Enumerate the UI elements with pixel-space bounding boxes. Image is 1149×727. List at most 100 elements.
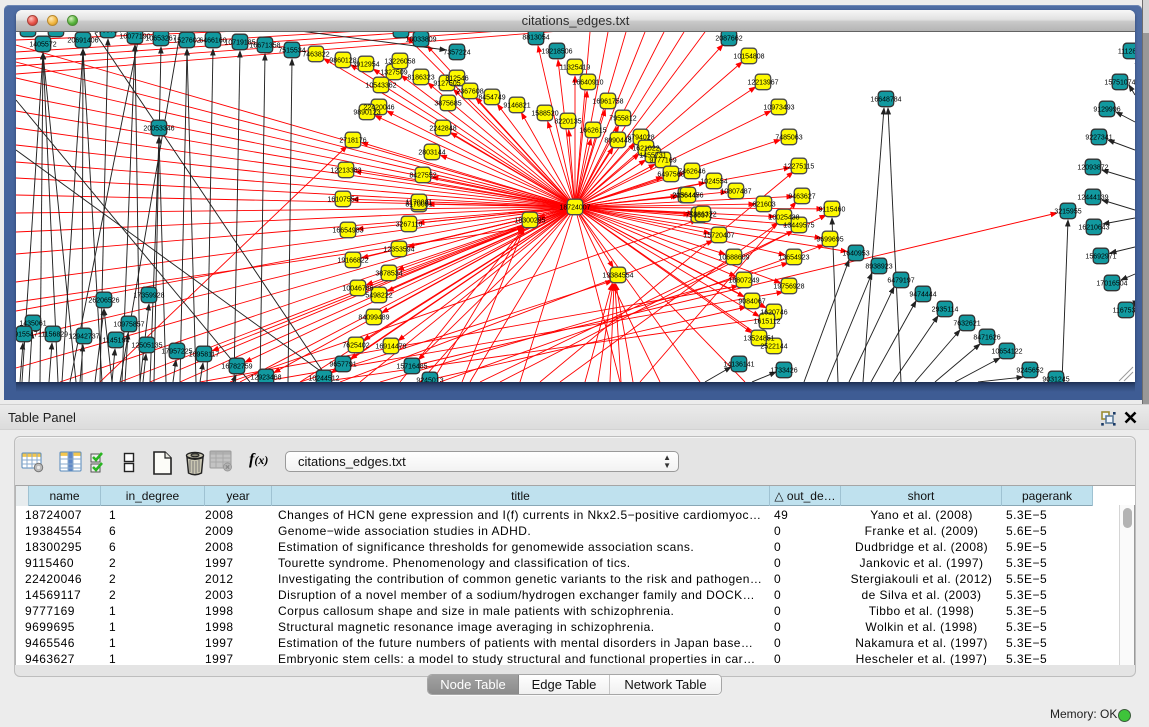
svg-text:6479197: 6479197	[887, 277, 914, 284]
svg-text:12275115: 12275115	[784, 163, 815, 170]
svg-text:5498222: 5498222	[365, 292, 392, 299]
svg-text:12923468: 12923468	[250, 374, 281, 381]
svg-text:10543362: 10543362	[365, 82, 396, 89]
svg-text:7462646: 7462646	[678, 168, 705, 175]
svg-text:1112843: 1112843	[1118, 48, 1135, 55]
svg-text:8427552: 8427552	[409, 172, 436, 179]
svg-text:16033809: 16033809	[405, 36, 436, 43]
svg-text:16107554: 16107554	[327, 196, 358, 203]
svg-text:10688609: 10688609	[718, 254, 749, 261]
svg-text:15692971: 15692971	[1085, 253, 1116, 260]
svg-text:7955812: 7955812	[609, 115, 636, 122]
svg-text:2522144: 2522144	[760, 343, 787, 350]
svg-text:9657791: 9657791	[329, 361, 356, 368]
svg-text:9474444: 9474444	[909, 291, 936, 298]
svg-text:19218506: 19218506	[541, 48, 572, 55]
svg-text:12093872: 12093872	[1077, 164, 1108, 171]
svg-text:20691406: 20691406	[67, 37, 98, 44]
svg-text:11325419: 11325419	[560, 64, 591, 71]
svg-text:1620746: 1620746	[760, 309, 787, 316]
svg-text:15716485: 15716485	[396, 363, 427, 370]
svg-text:7357224: 7357224	[443, 49, 470, 56]
svg-text:12353594: 12353594	[383, 246, 414, 253]
svg-text:1527602: 1527602	[173, 37, 200, 44]
svg-text:13226058: 13226058	[384, 58, 415, 65]
svg-text:2803144: 2803144	[418, 149, 445, 156]
svg-text:7625402: 7625402	[342, 342, 369, 349]
svg-text:12942737: 12942737	[68, 333, 99, 340]
svg-text:3915547: 3915547	[16, 331, 38, 338]
svg-text:21564456: 21564456	[672, 192, 703, 199]
svg-text:3875685: 3875685	[434, 100, 461, 107]
svg-text:1327509: 1327509	[380, 69, 407, 76]
svg-text:11156829: 11156829	[38, 331, 68, 338]
svg-text:1615112: 1615112	[754, 318, 781, 325]
svg-text:14136141: 14136141	[723, 361, 754, 368]
svg-text:10958117: 10958117	[189, 351, 220, 358]
svg-text:15720407: 15720407	[703, 232, 734, 239]
svg-text:10025438: 10025438	[768, 214, 799, 221]
svg-text:8454749: 8454749	[478, 94, 505, 101]
svg-text:10046786: 10046786	[342, 285, 373, 292]
svg-text:19756928: 19756928	[773, 283, 804, 290]
svg-text:9227341: 9227341	[1085, 134, 1112, 141]
svg-text:621603: 621603	[752, 201, 775, 208]
svg-text:10244512: 10244512	[308, 375, 339, 382]
svg-text:7485063: 7485063	[775, 134, 802, 141]
svg-text:16914479: 16914479	[375, 343, 406, 350]
svg-text:12213383: 12213383	[330, 167, 361, 174]
svg-text:16671358: 16671358	[249, 42, 280, 49]
svg-text:2087662: 2087662	[715, 35, 742, 42]
svg-text:812546: 812546	[445, 75, 468, 82]
svg-text:7632621: 7632621	[953, 320, 980, 327]
svg-text:2242848: 2242848	[429, 125, 456, 132]
svg-text:1640953: 1640953	[842, 250, 869, 257]
svg-text:6466160: 6466160	[199, 37, 226, 44]
svg-text:8938923: 8938923	[865, 263, 892, 270]
svg-text:19384554: 19384554	[602, 272, 633, 279]
svg-text:16654983: 16654983	[332, 227, 363, 234]
svg-text:20053346: 20053346	[143, 125, 174, 132]
svg-text:9084067: 9084067	[738, 298, 765, 305]
svg-text:3878534: 3878534	[375, 270, 402, 277]
svg-text:3267110: 3267110	[396, 221, 423, 228]
svg-text:1145194: 1145194	[103, 337, 130, 344]
svg-text:10807487: 10807487	[720, 188, 751, 195]
svg-text:9890123: 9890123	[353, 109, 380, 116]
svg-text:8220135: 8220135	[554, 118, 581, 125]
svg-text:9699695: 9699695	[816, 236, 843, 243]
svg-text:1435061: 1435061	[19, 320, 46, 327]
svg-text:10154808: 10154808	[733, 53, 764, 60]
svg-text:7386372: 7386372	[689, 211, 716, 218]
svg-text:13524851: 13524851	[743, 335, 774, 342]
svg-text:2718176: 2718176	[339, 137, 366, 144]
svg-text:1170081: 1170081	[406, 199, 433, 206]
svg-text:9115460: 9115460	[819, 206, 846, 213]
svg-text:15751074: 15751074	[1104, 79, 1135, 86]
svg-text:18300295: 18300295	[514, 217, 545, 224]
svg-text:16640910: 16640910	[572, 79, 603, 86]
svg-text:9777169: 9777169	[649, 157, 676, 164]
svg-text:26206526: 26206526	[88, 297, 119, 304]
svg-text:1621022: 1621022	[632, 145, 659, 152]
svg-text:84099489: 84099489	[358, 314, 389, 321]
svg-text:16961758: 16961758	[592, 98, 623, 105]
svg-text:8471626: 8471626	[973, 334, 1000, 341]
svg-text:7463822: 7463822	[302, 51, 329, 58]
svg-text:18724007: 18724007	[559, 204, 590, 211]
svg-text:10653267: 10653267	[145, 35, 176, 42]
svg-text:1167534: 1167534	[1113, 307, 1135, 314]
svg-text:13654923: 13654923	[778, 254, 809, 261]
svg-text:12444139: 12444139	[1077, 194, 1108, 201]
svg-text:10654122: 10654122	[991, 348, 1022, 355]
svg-text:19166822: 19166822	[337, 257, 368, 264]
svg-text:1588520: 1588520	[531, 110, 558, 117]
svg-text:17016504: 17016504	[1096, 280, 1127, 287]
svg-text:2055724: 2055724	[94, 32, 121, 34]
svg-text:2935114: 2935114	[932, 306, 959, 313]
svg-text:13449575: 13449575	[783, 222, 814, 229]
svg-text:3215955: 3215955	[1054, 208, 1081, 215]
svg-text:16648784: 16648784	[870, 96, 901, 103]
svg-text:10975857: 10975857	[113, 321, 144, 328]
svg-text:12213967: 12213967	[747, 79, 778, 86]
